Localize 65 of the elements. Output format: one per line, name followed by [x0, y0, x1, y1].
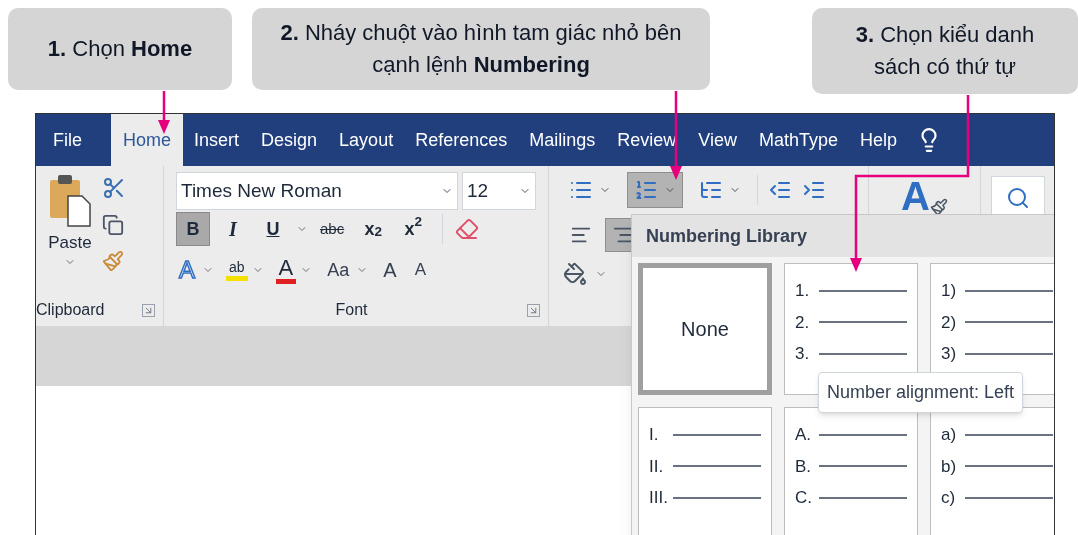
group-label: Font: [334, 300, 369, 320]
list-marker: 1.: [795, 280, 811, 302]
copy-icon[interactable]: [102, 214, 124, 236]
list-marker: A.: [795, 424, 813, 446]
callout-label: 3. Chọn kiểu danh sách có thứ tự: [812, 8, 1078, 94]
ribbon-tab[interactable]: Home: [111, 114, 184, 166]
ribbon-tab[interactable]: View: [687, 114, 748, 166]
list-marker: B.: [795, 455, 813, 478]
ribbon-tab[interactable]: References: [404, 114, 519, 166]
font-effect-button[interactable]: A: [275, 256, 297, 284]
format-button[interactable]: B: [176, 212, 210, 246]
format-button[interactable]: U: [256, 212, 290, 246]
font-effect-button[interactable]: Aa: [324, 256, 353, 284]
ribbon-tab[interactable]: Mailings: [518, 114, 607, 166]
ribbon-tab[interactable]: File: [42, 114, 93, 166]
font-size-field[interactable]: 12: [462, 172, 536, 210]
list-marker: 2.: [795, 311, 811, 334]
ribbon-tab[interactable]: MathType: [747, 114, 849, 166]
list-marker: 3.: [795, 343, 811, 365]
list-marker: II.: [649, 455, 665, 478]
format-painter-icon[interactable]: [102, 250, 124, 272]
list-marker: 2): [941, 311, 958, 334]
dialog-launcher-icon[interactable]: [142, 303, 155, 317]
shading-icon[interactable]: [563, 262, 587, 286]
cut-icon[interactable]: [102, 176, 126, 200]
list-marker: 1): [941, 280, 958, 302]
font-effect-button[interactable]: ab: [226, 259, 248, 281]
callout-label: 1. Chọn Home: [8, 8, 232, 90]
list-marker: a): [941, 424, 958, 446]
clear-format-icon[interactable]: [455, 217, 480, 241]
tooltip: Number alignment: Left: [818, 372, 1024, 413]
format-button[interactable]: x$^{2}$: [396, 212, 431, 246]
callout-label: 2. Nháy chuột vào hình tam giác nhỏ bên cạnh lệnh Numbering: [252, 8, 710, 90]
ribbon-tab[interactable]: Layout: [328, 114, 405, 166]
font-effect-button[interactable]: A: [411, 257, 429, 283]
search-icon: [1006, 186, 1030, 210]
dialog-launcher-icon[interactable]: [527, 303, 540, 317]
font-name-field[interactable]: Times New Roman: [176, 172, 458, 210]
list-marker: b): [941, 455, 958, 478]
numbering-option[interactable]: A. B. C.: [784, 407, 918, 535]
numbering-option[interactable]: a) b) c): [930, 407, 1054, 535]
list-button[interactable]: [627, 172, 683, 208]
ribbon-tab[interactable]: Insert: [183, 114, 251, 166]
list-marker: I.: [649, 424, 660, 446]
paintbrush-icon: [929, 198, 948, 216]
styles-button[interactable]: A: [901, 172, 948, 216]
pointer-arrow: [158, 91, 170, 134]
font-effect-button[interactable]: A: [380, 255, 400, 285]
paste-button[interactable]: Paste: [48, 174, 92, 272]
format-button[interactable]: x$_{2}$: [356, 212, 391, 246]
list-marker: 3): [941, 343, 958, 365]
numbering-option[interactable]: I. II. III.: [638, 407, 772, 535]
format-button[interactable]: I: [216, 212, 250, 246]
menu-heading: Numbering Library: [646, 224, 808, 248]
ribbon-tab[interactable]: Review: [606, 114, 688, 166]
format-button[interactable]: abc: [314, 212, 351, 246]
list-marker: C.: [795, 487, 813, 509]
numbering-option[interactable]: None: [638, 263, 772, 395]
ribbon-tab[interactable]: Design: [250, 114, 329, 166]
group-label: Clipboard: [36, 300, 105, 320]
clipboard-icon: [48, 174, 92, 230]
list-icon: [634, 178, 658, 202]
list-marker: III.: [649, 487, 669, 509]
ribbon-tab[interactable]: Help: [849, 114, 909, 166]
list-marker: c): [941, 487, 957, 509]
